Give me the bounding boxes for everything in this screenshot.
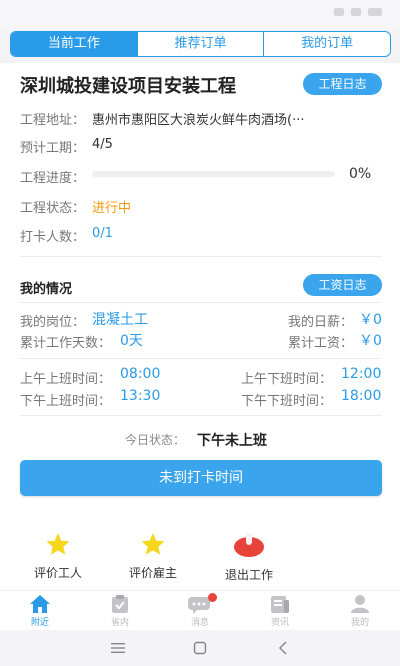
quit-work-action[interactable]: 退出工作 (209, 532, 289, 583)
nav-news-label: 资讯 (270, 618, 289, 628)
am-start-value: 08:00 (120, 366, 161, 382)
wage-log-button[interactable]: 工资日志 (303, 274, 382, 296)
divider (20, 415, 382, 416)
nav-province-label: 省内 (110, 618, 129, 628)
rate-worker-action[interactable]: 评价工人 (18, 532, 98, 581)
checkin-label: 打卡人数： (20, 230, 86, 245)
period-value: 4/5 (92, 137, 113, 152)
rate-employer-label: 评价雇主 (128, 566, 177, 580)
message-unread-dot (208, 593, 217, 602)
home-square-icon[interactable] (193, 641, 207, 655)
battery-icon (368, 8, 382, 16)
period-label: 预计工期： (20, 141, 86, 156)
nav-messages-label: 消息 (190, 618, 209, 628)
tab-my-orders[interactable]: 我的订单 (264, 32, 390, 56)
top-tabs: 当前工作 推荐订单 我的订单 (10, 31, 391, 57)
divider (20, 302, 382, 303)
nav-nearby-label: 附近 (30, 618, 49, 628)
rate-employer-action[interactable]: 评价雇主 (113, 532, 193, 581)
address-label: 工程地址： (20, 113, 86, 128)
rate-worker-label: 评价工人 (33, 566, 82, 580)
today-status-value: 下午未上班 (197, 433, 267, 449)
wifi-icon (334, 8, 344, 16)
tab-current-work[interactable]: 当前工作 (11, 32, 138, 56)
home-icon (30, 595, 50, 613)
news-icon (271, 596, 289, 613)
star-icon (141, 533, 165, 555)
star-icon (46, 533, 70, 555)
today-status-label: 今日状态： (125, 433, 186, 447)
clipboard-icon (112, 595, 128, 613)
checkin-value: 0/1 (92, 226, 113, 241)
menu-icon[interactable] (110, 642, 126, 654)
tab-recommended-orders[interactable]: 推荐订单 (138, 32, 265, 56)
status-label: 工程状态： (20, 201, 86, 216)
post-label: 我的岗位： (20, 315, 86, 330)
am-end-label: 上午下班时间： (241, 372, 333, 387)
post-value: 混凝土工 (92, 312, 148, 328)
pm-start-label: 下午上班时间： (20, 394, 112, 409)
address-value: 惠州市惠阳区大浪炭火鲜牛肉酒场(··· (92, 113, 305, 128)
nav-messages[interactable]: 消息 (160, 591, 240, 630)
daily-wage-value: ￥0 (359, 312, 382, 328)
progress-value: 0% (349, 166, 372, 182)
status-bar (0, 0, 400, 30)
daily-wage-label: 我的日薪： (288, 315, 354, 330)
quit-work-label: 退出工作 (224, 568, 273, 582)
signal-icon (351, 8, 361, 16)
user-icon (351, 595, 369, 613)
nav-province[interactable]: 省内 (80, 591, 160, 630)
my-situation-title: 我的情况 (20, 282, 73, 297)
nav-mine-label: 我的 (350, 618, 369, 628)
divider (20, 358, 382, 359)
nav-mine[interactable]: 我的 (320, 591, 400, 630)
clock-in-button[interactable]: 未到打卡时间 (20, 460, 382, 496)
divider (20, 256, 382, 257)
am-start-label: 上午上班时间： (20, 372, 112, 387)
progress-bar (92, 171, 335, 177)
nav-news[interactable]: 资讯 (240, 591, 320, 630)
pm-start-value: 13:30 (120, 388, 161, 404)
project-title: 深圳城投建设项目安装工程 (20, 76, 236, 97)
total-wage-value: ￥0 (359, 333, 382, 349)
total-wage-label: 累计工资： (288, 336, 354, 351)
bottom-nav: 附近 省内 消息 资讯 我的 (0, 590, 400, 630)
status-icons (334, 8, 382, 16)
power-icon (234, 533, 264, 557)
work-days-label: 累计工作天数： (20, 336, 112, 351)
nav-nearby[interactable]: 附近 (0, 591, 80, 630)
project-log-button[interactable]: 工程日志 (303, 73, 382, 95)
pm-end-value: 18:00 (341, 388, 382, 404)
back-icon[interactable] (278, 641, 288, 655)
system-nav-bar (0, 630, 400, 666)
am-end-value: 12:00 (341, 366, 382, 382)
work-days-value: 0天 (120, 333, 143, 349)
status-value: 进行中 (92, 201, 132, 216)
progress-label: 工程进度： (20, 171, 86, 186)
pm-end-label: 下午下班时间： (241, 394, 333, 409)
